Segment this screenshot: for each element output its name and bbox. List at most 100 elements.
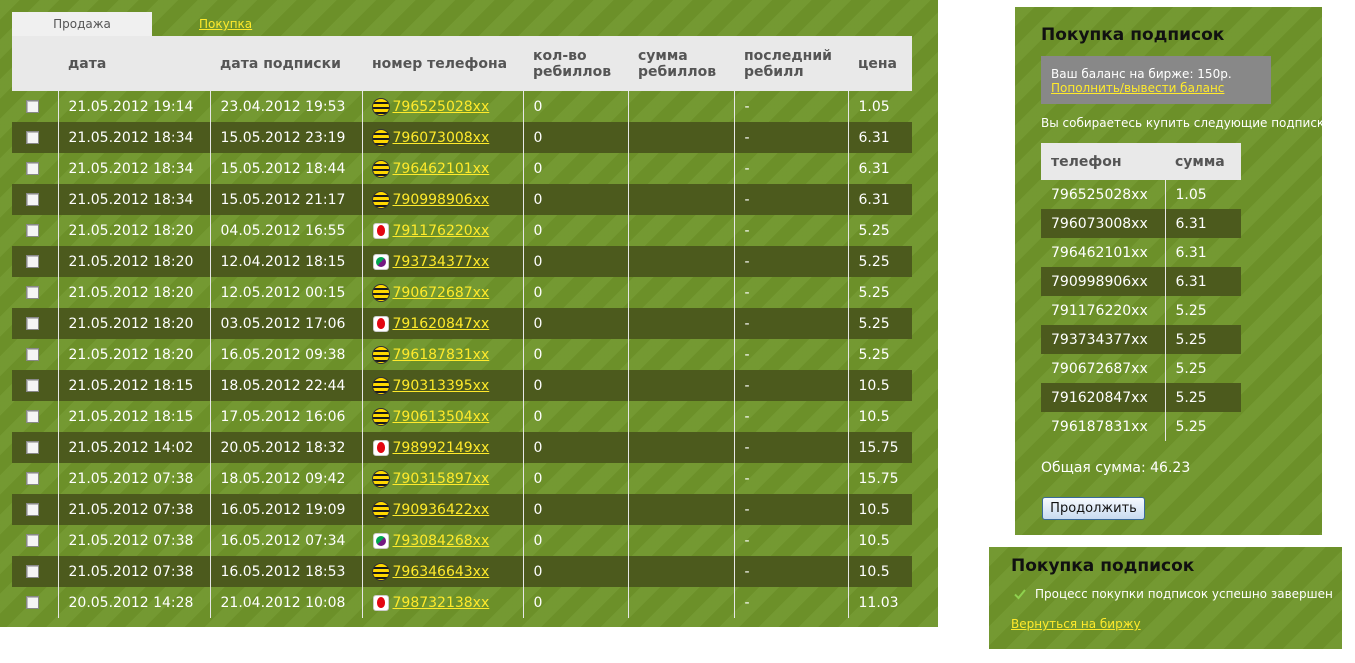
phone-link[interactable]: 796346643xx (393, 564, 490, 580)
row-checkbox[interactable] (26, 255, 39, 268)
beeline-operator-icon (372, 284, 389, 301)
phone-link[interactable]: 790672687xx (393, 285, 490, 301)
table-row: 21.05.2012 07:38 16.05.2012 07:34 79308426… (12, 525, 912, 556)
row-select-cell (12, 370, 58, 401)
row-checkbox[interactable] (26, 596, 39, 609)
col-header-rebills[interactable]: кол-во ребиллов (523, 36, 628, 91)
row-checkbox[interactable] (26, 441, 39, 454)
phone-link[interactable]: 791620847xx (393, 316, 490, 332)
date-cell: 21.05.2012 14:02 (57, 432, 210, 463)
cart-row: 790998906xx 6.31 (1041, 267, 1241, 296)
row-checkbox[interactable] (26, 410, 39, 423)
cart-phone-cell: 796187831xx (1051, 418, 1148, 435)
date-cell: 21.05.2012 07:38 (57, 494, 210, 525)
cart-header-sum: сумма (1175, 153, 1225, 170)
tab-bar: Продажа Покупка (12, 12, 912, 36)
phone-link[interactable]: 790998906xx (393, 192, 490, 208)
table-row: 21.05.2012 18:20 04.05.2012 16:55 79117622… (12, 215, 912, 246)
row-checkbox[interactable] (26, 472, 39, 485)
rebills-cell: 0 (522, 463, 628, 494)
phone-link[interactable]: 790313395xx (393, 378, 490, 394)
row-checkbox[interactable] (26, 317, 39, 330)
row-checkbox[interactable] (26, 131, 39, 144)
row-checkbox[interactable] (26, 565, 39, 578)
phone-link[interactable]: 790613504xx (393, 409, 490, 425)
phone-cell: 796525028xx (361, 91, 523, 122)
last-rebill-cell: - (733, 122, 848, 153)
rebills-cell: 0 (522, 525, 628, 556)
rebills-cell: 0 (522, 494, 628, 525)
mts-operator-icon (372, 222, 389, 239)
row-select-cell (12, 277, 58, 308)
tab-sell[interactable]: Продажа (12, 12, 152, 36)
back-to-exchange-link[interactable]: Вернуться на биржу (1011, 617, 1141, 631)
beeline-operator-icon (372, 129, 389, 146)
sub-date-cell: 16.05.2012 18:53 (209, 556, 362, 587)
phone-link[interactable]: 793084268xx (393, 533, 490, 549)
phone-cell: 791620847xx (361, 308, 523, 339)
phone-link[interactable]: 793734377xx (393, 254, 490, 270)
phone-link[interactable]: 796525028xx (393, 99, 490, 115)
cart-header-phone: телефон (1051, 153, 1122, 170)
megafon-operator-icon (372, 253, 389, 270)
rebills-cell: 0 (522, 215, 628, 246)
balance-box: Ваш баланс на бирже: 150р. Пополнить/выв… (1041, 56, 1271, 104)
cart-phone-cell: 790672687xx (1051, 360, 1148, 377)
last-rebill-cell: - (733, 370, 848, 401)
price-cell: 1.05 (847, 91, 912, 122)
phone-link[interactable]: 798992149xx (393, 440, 490, 456)
col-header-phone[interactable]: номер телефона (362, 36, 523, 91)
subscriptions-table: дата дата подписки номер телефона кол-во… (12, 36, 912, 618)
continue-button[interactable]: Продолжить (1042, 497, 1145, 520)
rebills-cell: 0 (522, 184, 628, 215)
last-rebill-cell: - (733, 587, 848, 618)
col-header-sub-date[interactable]: дата подписки (210, 36, 362, 91)
last-rebill-cell: - (733, 432, 848, 463)
row-checkbox[interactable] (26, 100, 39, 113)
col-header-rebill-sum[interactable]: сумма ребиллов (628, 36, 734, 91)
table-header-row: дата дата подписки номер телефона кол-во… (12, 36, 912, 91)
phone-link[interactable]: 790315897xx (393, 471, 490, 487)
phone-link[interactable]: 796187831xx (393, 347, 490, 363)
phone-cell: 790315897xx (361, 463, 523, 494)
row-checkbox[interactable] (26, 379, 39, 392)
rebill-sum-cell (627, 525, 734, 556)
cart-sum-cell: 1.05 (1164, 180, 1241, 209)
balance-topup-link[interactable]: Пополнить/вывести баланс (1051, 81, 1224, 95)
phone-link[interactable]: 796073008xx (393, 130, 490, 146)
purchase-intro-text: Вы собираетесь купить следующие подписки… (1041, 116, 1337, 130)
table-row: 21.05.2012 19:14 23.04.2012 19:53 79652502… (12, 91, 912, 122)
cart-phone-cell: 790998906xx (1051, 273, 1148, 290)
rebill-sum-cell (627, 339, 734, 370)
cart-row: 796073008xx 6.31 (1041, 209, 1241, 238)
success-message: Процесс покупки подписок успешно заверше… (1035, 587, 1333, 601)
price-cell: 10.5 (847, 556, 912, 587)
phone-link[interactable]: 790936422xx (393, 502, 490, 518)
phone-link[interactable]: 791176220xx (393, 223, 490, 239)
last-rebill-cell: - (733, 463, 848, 494)
sub-date-cell: 16.05.2012 09:38 (209, 339, 362, 370)
date-cell: 20.05.2012 14:28 (57, 587, 210, 618)
col-header-last-rebill[interactable]: последний ребилл (734, 36, 848, 91)
row-checkbox[interactable] (26, 162, 39, 175)
date-cell: 21.05.2012 18:20 (57, 215, 210, 246)
phone-cell: 793734377xx (361, 246, 523, 277)
table-row: 21.05.2012 18:20 16.05.2012 09:38 79618783… (12, 339, 912, 370)
rebills-cell: 0 (522, 246, 628, 277)
tab-buy[interactable]: Покупка (199, 17, 252, 31)
phone-link[interactable]: 798732138xx (393, 595, 490, 611)
row-checkbox[interactable] (26, 348, 39, 361)
date-cell: 21.05.2012 07:38 (57, 525, 210, 556)
sub-date-cell: 16.05.2012 19:09 (209, 494, 362, 525)
phone-link[interactable]: 796462101xx (393, 161, 490, 177)
price-cell: 10.5 (847, 525, 912, 556)
row-checkbox[interactable] (26, 224, 39, 237)
sub-date-cell: 15.05.2012 18:44 (209, 153, 362, 184)
col-header-date[interactable]: дата (58, 36, 210, 91)
row-checkbox[interactable] (26, 193, 39, 206)
col-header-price[interactable]: цена (848, 36, 912, 91)
row-checkbox[interactable] (26, 286, 39, 299)
price-cell: 15.75 (847, 463, 912, 494)
row-checkbox[interactable] (26, 534, 39, 547)
row-checkbox[interactable] (26, 503, 39, 516)
